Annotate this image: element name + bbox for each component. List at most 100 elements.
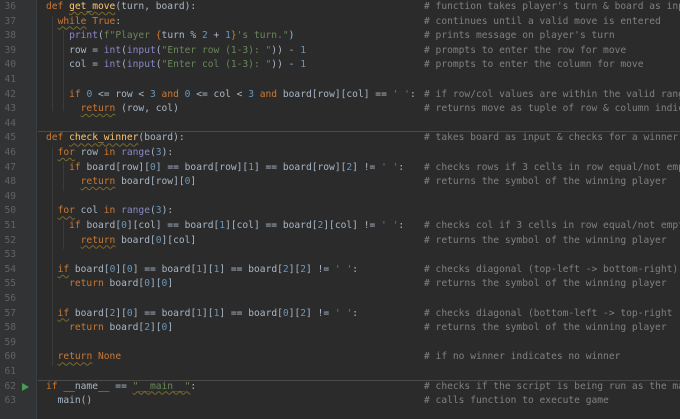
code-token: range <box>121 147 150 158</box>
code-line[interactable]: 51 if board[0][col] == board[1][col] == … <box>0 219 680 234</box>
code-token: board[row][ <box>115 176 185 188</box>
line-number: 55 <box>4 278 16 290</box>
code-line[interactable]: 47 if board[row][0] == board[row][1] == … <box>0 161 680 176</box>
code-token: return <box>69 278 110 290</box>
code-token: <= col < <box>190 88 249 100</box>
code-token: def <box>46 1 70 12</box>
line-number: 58 <box>4 322 16 334</box>
code-line[interactable]: 49 <box>0 190 680 205</box>
code-token: get_move <box>69 1 116 12</box>
line-number: 40 <box>4 59 16 71</box>
code-comment: # continues until a valid move is entere… <box>424 15 661 27</box>
code-token: main() <box>46 395 93 407</box>
code-comment: # function takes player's turn & board a… <box>424 1 680 12</box>
line-number: 42 <box>4 88 16 100</box>
code-token: ' ' <box>334 307 353 319</box>
code-token: (board): <box>138 132 185 144</box>
code-line[interactable]: 42 if 0 <= row < 3 and 0 <= col < 3 and … <box>0 88 680 103</box>
code-comment: # takes board as input & checks for a wi… <box>424 132 679 144</box>
line-number: 51 <box>4 220 16 231</box>
code-line[interactable]: 58 return board[2][0] # returns the symbo… <box>0 321 680 336</box>
code-token: "__main__" <box>132 380 191 392</box>
line-number: 47 <box>4 161 16 173</box>
code-line[interactable]: 60 return None # if no winner indicates n… <box>0 350 680 365</box>
code-token: in <box>103 205 122 217</box>
code-token: 's turn." <box>236 30 289 42</box>
code-line[interactable]: 39 row = int(input("Enter row (1-3): "))… <box>0 44 680 59</box>
code-line[interactable]: 61 <box>0 365 680 380</box>
code-token: row <box>74 147 104 158</box>
code-token: ][col] == board[ <box>225 220 318 231</box>
code-token: int <box>103 59 122 71</box>
code-line[interactable]: 53 <box>0 248 680 263</box>
code-text: if board[row][0] == board[row][1] == boa… <box>46 161 404 176</box>
code-token: and <box>253 88 283 100</box>
code-comment: # returns the symbol of the winning play… <box>424 176 667 188</box>
code-token: in <box>103 147 122 158</box>
code-token: if <box>46 380 64 392</box>
code-text: return None <box>46 350 122 365</box>
code-text: if __name__ == "__main__": <box>46 380 196 395</box>
code-line[interactable]: 55 return board[0][0] # returns the symbo… <box>0 277 680 292</box>
code-line[interactable]: 50 for col in range(3): <box>0 204 680 219</box>
code-token: ][ <box>202 307 214 319</box>
code-line[interactable]: 45 def check_winner(board): # takes board … <box>0 131 680 146</box>
code-token: 1 <box>300 59 306 71</box>
code-line[interactable]: 40 col = int(input("Enter col (1-3): "))… <box>0 58 680 73</box>
code-token: : <box>115 15 122 27</box>
code-token: return <box>80 103 116 115</box>
code-line[interactable]: 37 while True: # continues until a valid … <box>0 15 680 30</box>
code-token: )) - <box>271 44 301 56</box>
code-line[interactable]: 54 if board[0][0] == board[1][1] == boar… <box>0 263 680 278</box>
code-token: __name__ == <box>63 380 133 392</box>
code-token: return <box>80 176 116 188</box>
line-number: 38 <box>4 30 16 42</box>
code-text: if 0 <= row < 3 and 0 <= col < 3 and boa… <box>46 88 416 103</box>
code-token: ] != <box>306 307 335 319</box>
code-token: ][col] <box>161 234 197 246</box>
code-token: and <box>155 88 185 100</box>
code-line[interactable]: 43 return (row, col) # returns move as tu… <box>0 102 680 117</box>
code-token: (turn, board): <box>115 1 197 12</box>
play-triangle-icon[interactable] <box>22 382 29 391</box>
code-token: if <box>57 263 70 275</box>
code-token: "Enter row (1-3): " <box>161 44 272 56</box>
code-comment: # checks if the script is being run as t… <box>424 380 680 392</box>
code-comment: # calls function to execute game <box>424 395 609 407</box>
code-token: : <box>190 380 197 392</box>
line-number: 60 <box>4 351 16 363</box>
code-token: <= row < <box>92 88 150 100</box>
line-number: 59 <box>4 336 16 348</box>
code-line[interactable]: 48 return board[row][0] # returns the sym… <box>0 175 680 190</box>
code-token: ): <box>161 205 174 217</box>
line-number: 43 <box>4 103 16 115</box>
code-line[interactable]: 36 def get_move(turn, board): # function t… <box>0 0 680 15</box>
code-line[interactable]: 44 <box>0 117 680 132</box>
code-token: )) - <box>271 59 301 71</box>
code-token: ] == board[ <box>219 263 283 275</box>
code-comment: # returns the symbol of the winning play… <box>424 234 667 246</box>
code-line[interactable]: 52 return board[0][col] # returns the sym… <box>0 234 680 249</box>
line-number: 63 <box>4 395 16 407</box>
code-token: check_winner <box>69 132 139 144</box>
code-editor[interactable]: 36 def get_move(turn, board): # function t… <box>0 0 680 419</box>
code-line[interactable]: 56 <box>0 292 680 307</box>
code-line[interactable]: 62 if __name__ == "__main__": # checks if … <box>0 380 680 395</box>
code-token: range <box>121 205 150 217</box>
code-token: ] == board[ <box>132 263 197 275</box>
code-line[interactable]: 41 <box>0 73 680 88</box>
code-line[interactable]: 63 main() # calls function to execute gam… <box>0 394 680 409</box>
code-token: : <box>409 88 416 100</box>
code-line[interactable]: 59 <box>0 336 680 351</box>
code-line[interactable]: 46 for row in range(3): <box>0 146 680 161</box>
code-text: if board[0][col] == board[1][col] == boa… <box>46 219 404 234</box>
code-line[interactable]: 57 if board[2][0] == board[1][1] == boar… <box>0 307 680 322</box>
line-number: 45 <box>4 132 16 144</box>
line-number: 39 <box>4 44 16 56</box>
code-token: for <box>57 205 75 217</box>
code-line[interactable]: 38 print(f"Player {turn % 2 + 1}'s turn.… <box>0 29 680 44</box>
